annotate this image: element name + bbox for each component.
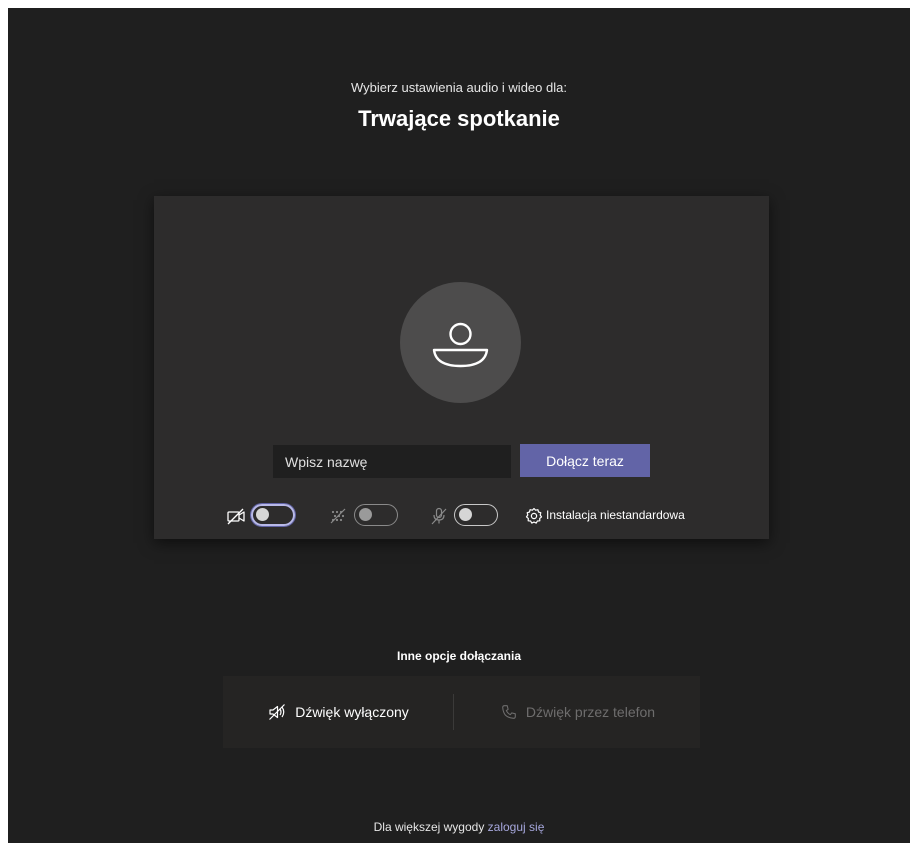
phone-audio-label: Dźwięk przez telefon — [525, 704, 656, 720]
gear-icon[interactable] — [524, 506, 544, 526]
toggle-knob — [256, 508, 269, 521]
background-blur-toggle[interactable] — [354, 504, 398, 526]
other-join-options: Dźwięk wyłączony Dźwięk przez telefon — [223, 676, 700, 748]
toggle-knob — [459, 508, 472, 521]
footer: Dla większej wygody zaloguj się — [8, 820, 910, 834]
footer-text: Dla większej wygody — [373, 820, 488, 834]
phone-icon — [502, 705, 516, 719]
join-screen: Wybierz ustawienia audio i wideo dla: Tr… — [8, 8, 910, 843]
name-input[interactable] — [273, 445, 511, 478]
page-subtitle: Wybierz ustawienia audio i wideo dla: — [351, 80, 567, 95]
video-preview-panel: Dołącz teraz — [154, 196, 769, 539]
audio-off-label: Dźwięk wyłączony — [295, 704, 409, 720]
camera-off-icon — [227, 508, 245, 525]
camera-toggle[interactable] — [251, 504, 295, 526]
join-now-button[interactable]: Dołącz teraz — [520, 444, 650, 477]
toggle-knob — [359, 508, 372, 521]
phone-audio-option[interactable]: Dźwięk przez telefon — [455, 676, 700, 748]
audio-off-option[interactable]: Dźwięk wyłączony — [223, 676, 453, 748]
person-icon — [432, 322, 489, 368]
microphone-toggle[interactable] — [454, 504, 498, 526]
device-controls: Instalacja niestandardowa — [154, 504, 769, 528]
sign-in-link[interactable]: zaloguj się — [488, 820, 545, 834]
speaker-off-icon — [269, 704, 286, 720]
divider — [453, 694, 454, 730]
avatar — [400, 282, 521, 403]
custom-setup-link[interactable]: Instalacja niestandardowa — [546, 508, 685, 522]
other-join-options-title: Inne opcje dołączania — [396, 649, 522, 663]
page-title: Trwające spotkanie — [358, 106, 560, 131]
mic-off-icon — [431, 507, 447, 525]
background-blur-icon — [330, 508, 346, 524]
